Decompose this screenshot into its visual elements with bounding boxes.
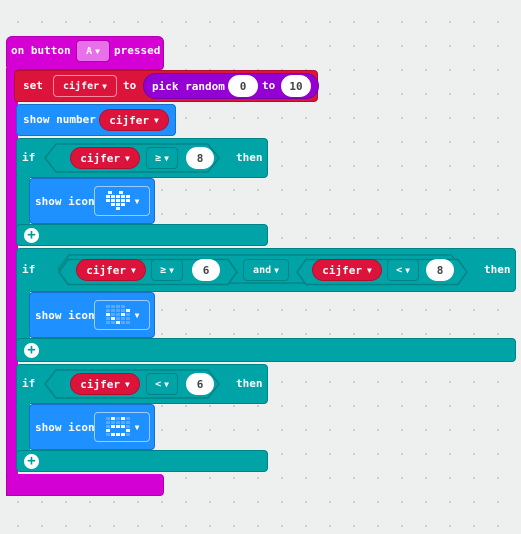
if2-right-variable[interactable]: cijfer ▼ bbox=[312, 259, 382, 281]
chevron-down-icon: ▼ bbox=[153, 115, 159, 125]
chevron-down-icon: ▼ bbox=[124, 379, 130, 389]
chevron-down-icon: ▼ bbox=[164, 153, 169, 163]
set-variable-block[interactable]: set cijfer ▼ to pick random 0 to 10 bbox=[14, 70, 319, 102]
and-value: and bbox=[253, 264, 272, 276]
set-variable-name: cijfer bbox=[63, 80, 100, 92]
if3-value-input[interactable]: 6 bbox=[186, 373, 214, 395]
chevron-down-icon: ▼ bbox=[274, 265, 279, 275]
if1-footer bbox=[16, 224, 268, 246]
if2-right-value-input[interactable]: 8 bbox=[426, 259, 454, 281]
operator-value: < bbox=[396, 264, 403, 276]
show-icon-label: show icon bbox=[35, 309, 95, 322]
heart-icon bbox=[105, 191, 130, 210]
if3-body-left bbox=[16, 402, 30, 454]
operator-value: ≥ bbox=[155, 152, 162, 164]
button-dropdown[interactable]: A ▼ bbox=[76, 40, 110, 62]
variable-name: cijfer bbox=[80, 377, 120, 391]
show-number-variable[interactable]: cijfer ▼ bbox=[99, 109, 169, 131]
pick-random-label: pick random bbox=[152, 79, 225, 93]
check-icon bbox=[105, 305, 130, 324]
if2-and-dropdown[interactable]: and ▼ bbox=[243, 259, 289, 281]
show-number-block[interactable]: show number cijfer ▼ bbox=[16, 104, 176, 136]
if2-left-value-input[interactable]: 6 bbox=[192, 259, 220, 281]
if1-value-input[interactable]: 8 bbox=[186, 147, 214, 169]
random-min-input[interactable]: 0 bbox=[228, 75, 258, 97]
variable-name: cijfer bbox=[109, 113, 149, 127]
chevron-down-icon: ▼ bbox=[95, 46, 100, 56]
if2-left-operator-dropdown[interactable]: ≥ ▼ bbox=[151, 259, 183, 281]
to-label: to bbox=[123, 79, 137, 92]
if3-variable[interactable]: cijfer ▼ bbox=[70, 373, 140, 395]
operator-value: ≥ bbox=[160, 264, 167, 276]
if1-label: if bbox=[22, 151, 36, 164]
if3-then-label: then bbox=[236, 377, 263, 390]
if2-footer bbox=[16, 338, 516, 362]
if1-variable[interactable]: cijfer ▼ bbox=[70, 147, 140, 169]
if3-operator-dropdown[interactable]: < ▼ bbox=[146, 373, 178, 395]
chevron-down-icon: ▼ bbox=[102, 81, 107, 91]
if3-icon-dropdown[interactable]: ▼ bbox=[94, 412, 150, 442]
operator-value: < bbox=[155, 378, 162, 390]
if3-label: if bbox=[22, 377, 36, 390]
chevron-down-icon: ▼ bbox=[130, 265, 136, 275]
chevron-down-icon: ▼ bbox=[169, 265, 174, 275]
show-number-label: show number bbox=[23, 113, 96, 126]
show-icon-label: show icon bbox=[35, 195, 95, 208]
if3-add-else-button[interactable]: + bbox=[24, 454, 39, 469]
chevron-down-icon: ▼ bbox=[405, 265, 410, 275]
chevron-down-icon: ▼ bbox=[124, 153, 130, 163]
set-variable-dropdown[interactable]: cijfer ▼ bbox=[53, 75, 117, 97]
if3-footer bbox=[16, 450, 268, 472]
chevron-down-icon: ▼ bbox=[134, 310, 140, 320]
chevron-down-icon: ▼ bbox=[134, 422, 140, 432]
random-to-label: to bbox=[262, 79, 276, 92]
if1-icon-dropdown[interactable]: ▼ bbox=[94, 186, 150, 216]
if2-add-else-button[interactable]: + bbox=[24, 343, 39, 358]
random-max-input[interactable]: 10 bbox=[281, 75, 311, 97]
chevron-down-icon: ▼ bbox=[366, 265, 372, 275]
event-prefix-label: on button bbox=[11, 44, 71, 57]
event-suffix-label: pressed bbox=[114, 44, 161, 57]
button-dropdown-value: A bbox=[86, 45, 93, 57]
variable-name: cijfer bbox=[86, 263, 126, 277]
if1-body-left bbox=[16, 176, 30, 228]
chevron-down-icon: ▼ bbox=[134, 196, 140, 206]
if2-right-operator-dropdown[interactable]: < ▼ bbox=[387, 259, 419, 281]
if2-label: if bbox=[22, 263, 36, 276]
variable-name: cijfer bbox=[322, 263, 362, 277]
if1-operator-dropdown[interactable]: ≥ ▼ bbox=[146, 147, 178, 169]
show-icon-label: show icon bbox=[35, 421, 95, 434]
if1-then-label: then bbox=[236, 151, 263, 164]
event-footer bbox=[6, 474, 164, 496]
if2-icon-dropdown[interactable]: ▼ bbox=[94, 300, 150, 330]
if2-then-label: then bbox=[484, 263, 511, 276]
set-label: set bbox=[23, 79, 43, 92]
if1-add-else-button[interactable]: + bbox=[24, 228, 39, 243]
variable-name: cijfer bbox=[80, 151, 120, 165]
sad-face-icon bbox=[105, 417, 130, 436]
if2-left-variable[interactable]: cijfer ▼ bbox=[76, 259, 146, 281]
if2-body-left bbox=[16, 290, 30, 342]
chevron-down-icon: ▼ bbox=[164, 379, 169, 389]
